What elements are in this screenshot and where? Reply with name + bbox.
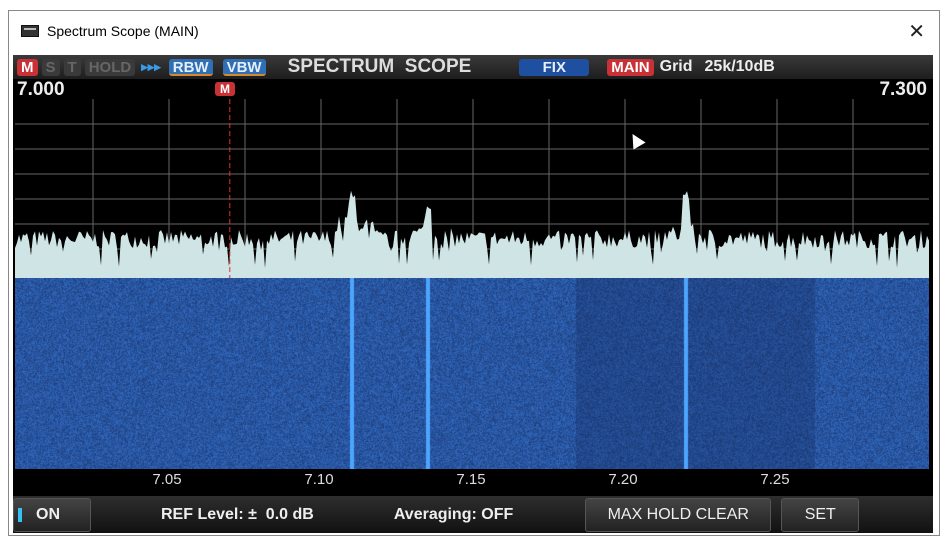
main-indicator: MAIN: [607, 58, 654, 76]
spectrum-plot[interactable]: [15, 99, 929, 278]
frequency-axis: 7.05 7.10 7.15 7.20 7.25: [13, 469, 933, 491]
axis-tick-label: 7.20: [608, 471, 638, 488]
axis-tick-label: 7.25: [760, 471, 790, 488]
grid-label: Grid: [659, 58, 693, 75]
hold-indicator: HOLD: [84, 58, 136, 76]
ref-level[interactable]: REF Level: ± 0.0 dB: [161, 506, 314, 524]
start-frequency: 7.000: [17, 79, 65, 100]
t-indicator: T: [63, 58, 81, 76]
on-led-icon: [18, 507, 22, 522]
scope-screen: M S T HOLD ▸▸▸ RBW VBW SPECTRUM SCOPE FI…: [13, 55, 933, 533]
fix-mode[interactable]: FIX: [519, 58, 590, 76]
close-button[interactable]: ✕: [908, 19, 925, 44]
title-bar: Spectrum Scope (MAIN) ✕: [9, 11, 939, 51]
frequency-row: 7.000 M 7.300: [13, 79, 933, 100]
axis-tick-label: 7.05: [152, 471, 182, 488]
bottom-bar: ON REF Level: ± 0.0 dB Averaging: OFF MA…: [13, 496, 933, 533]
end-frequency: 7.300: [879, 79, 927, 100]
on-button[interactable]: ON: [13, 497, 91, 532]
max-hold-clear-button[interactable]: MAX HOLD CLEAR: [585, 497, 772, 532]
app-icon: [21, 25, 39, 37]
waterfall-display[interactable]: [15, 278, 929, 469]
arrows-icon: ▸▸▸: [141, 59, 161, 74]
marker-label: M: [215, 82, 235, 96]
grid-scale: 25k/10dB: [704, 58, 775, 75]
window-title: Spectrum Scope (MAIN): [47, 23, 199, 39]
scope-title: SPECTRUM SCOPE: [287, 56, 472, 77]
rbw-button[interactable]: RBW: [168, 58, 213, 76]
axis-tick-label: 7.10: [304, 471, 334, 488]
set-button[interactable]: SET: [781, 497, 860, 532]
spectrum-scope-window: Spectrum Scope (MAIN) ✕ M S T HOLD ▸▸▸ R…: [8, 10, 940, 536]
scope-header: M S T HOLD ▸▸▸ RBW VBW SPECTRUM SCOPE FI…: [13, 55, 933, 79]
s-indicator: S: [41, 58, 60, 76]
averaging-status[interactable]: Averaging: OFF: [394, 506, 513, 524]
vbw-button[interactable]: VBW: [222, 58, 266, 76]
m-indicator: M: [17, 58, 38, 76]
axis-tick-label: 7.15: [456, 471, 486, 488]
spectrum-trace: [15, 190, 929, 278]
on-label: ON: [36, 505, 60, 523]
